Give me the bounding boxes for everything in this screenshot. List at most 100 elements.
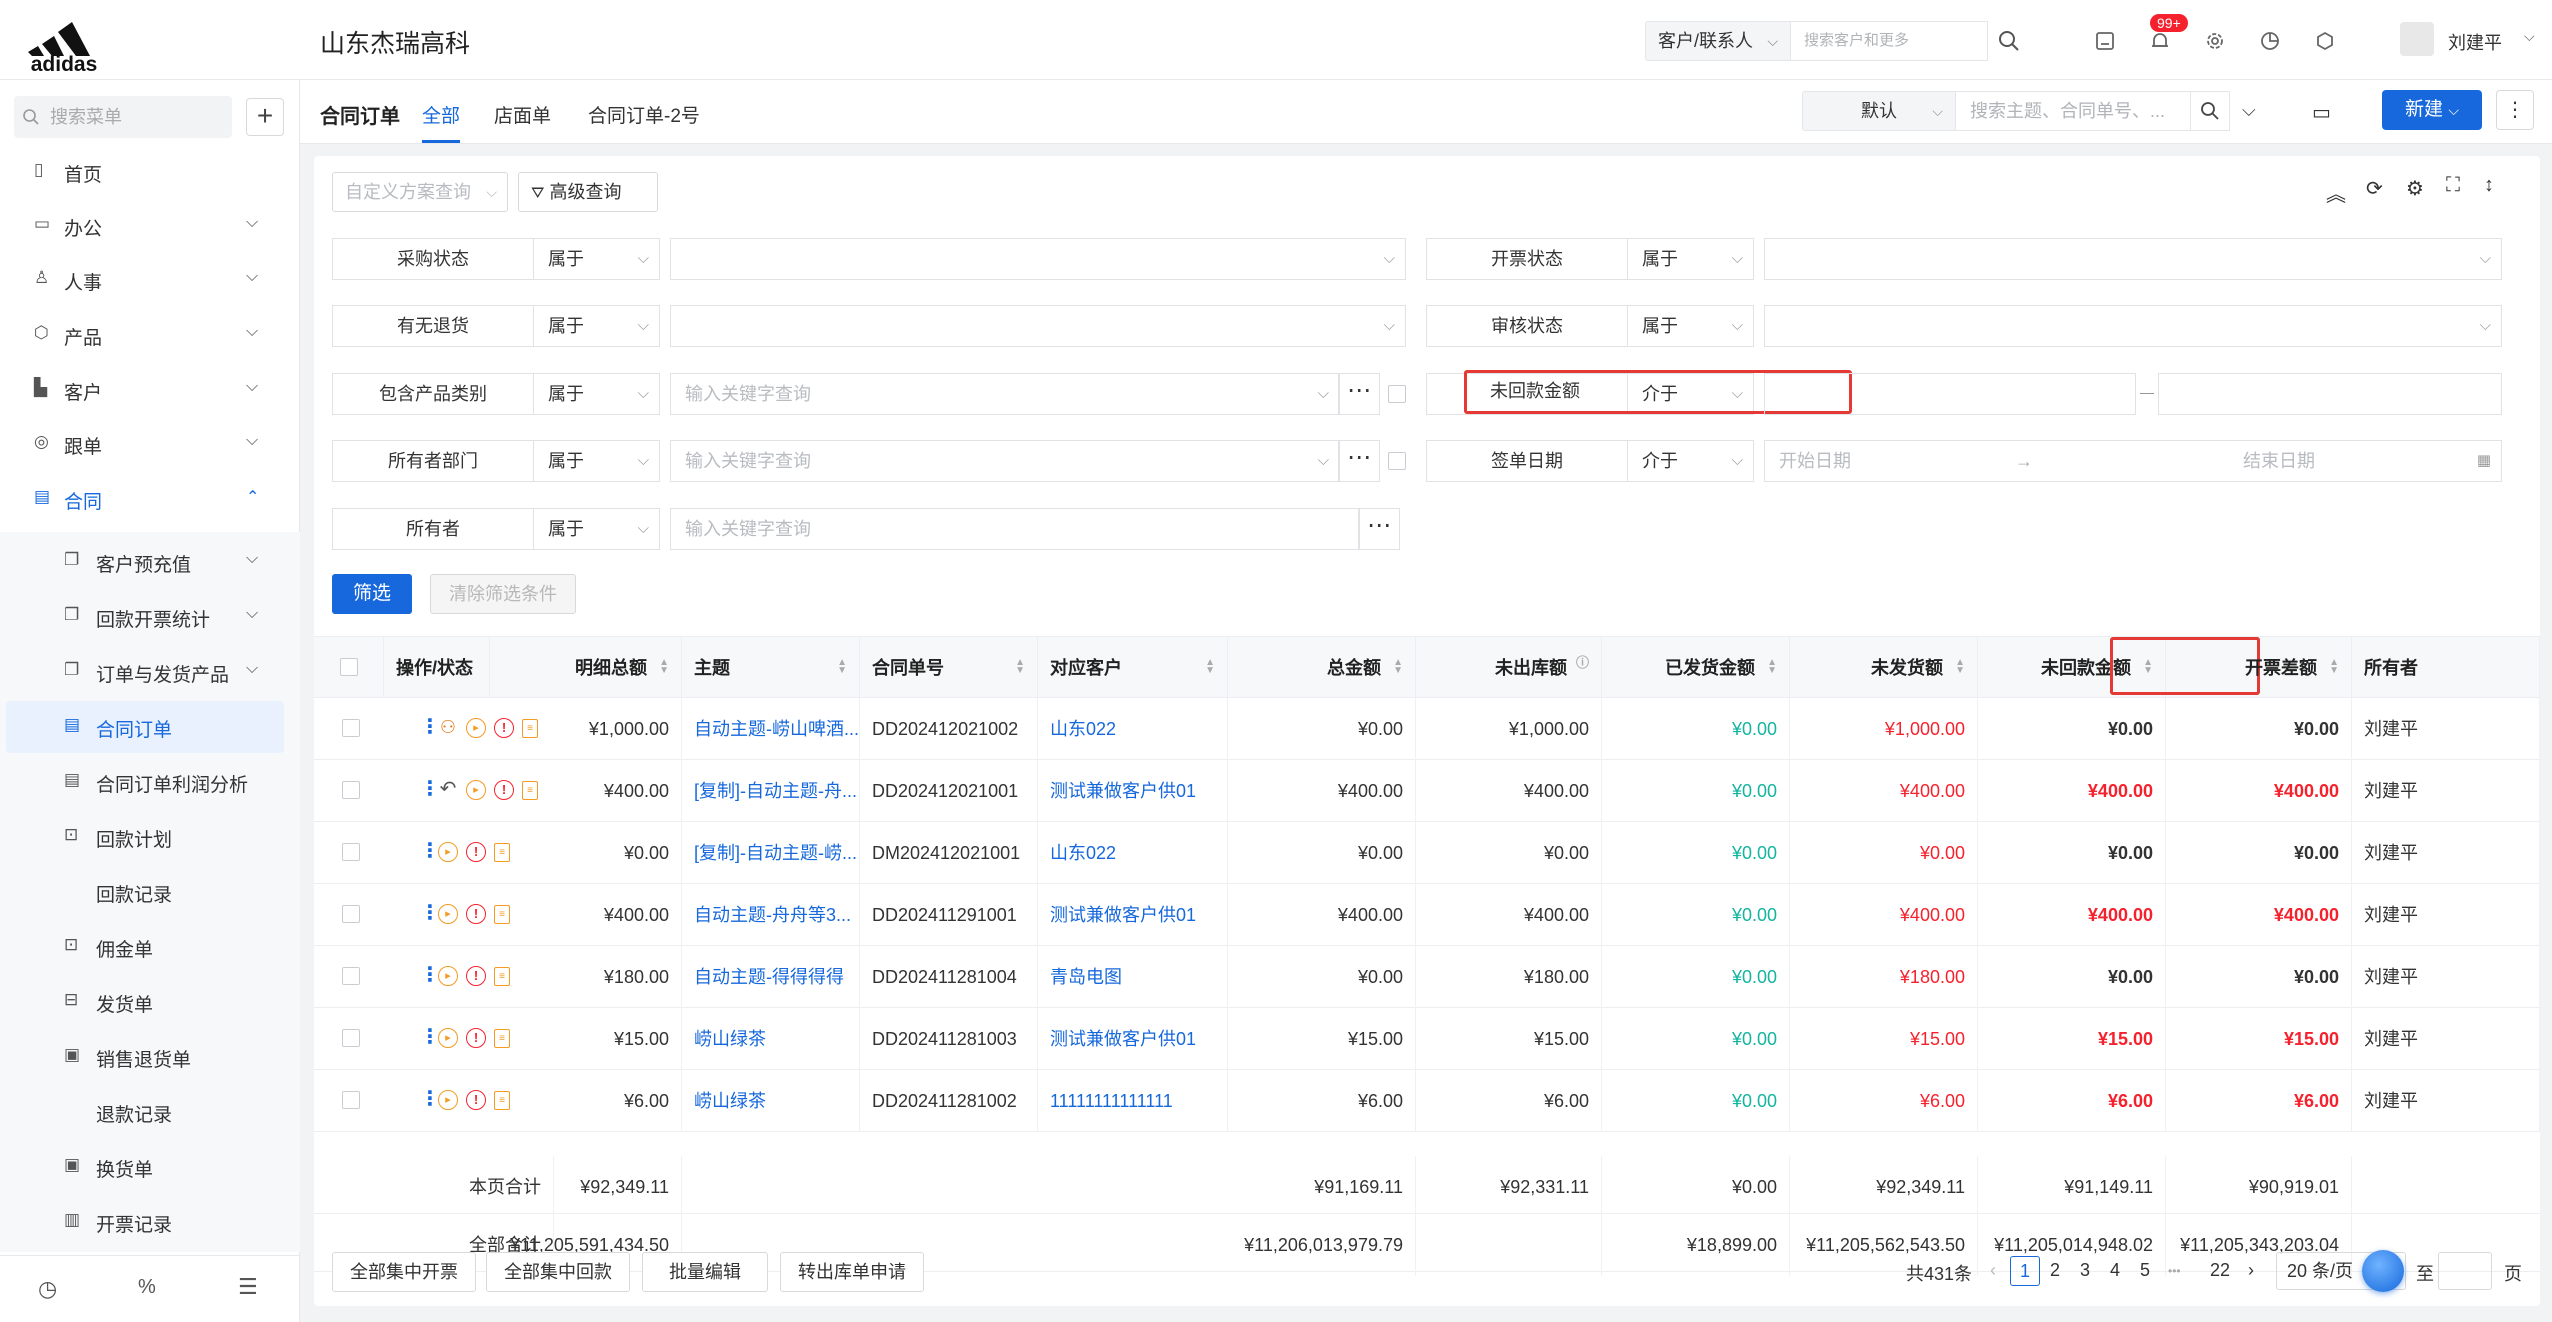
sidebar-item-customer[interactable]: ▙ 客户 ⌵ [0,364,300,416]
product-category-input[interactable]: 输入关键字查询 ⌵ [670,373,1340,415]
pie-chart-icon[interactable] [2253,24,2287,58]
filter-operator-select[interactable]: 属于 ⌵ [534,440,660,482]
cell-subject[interactable]: 自动主题-得得得得 [682,946,860,1008]
page-22[interactable]: 22 [2210,1260,2230,1281]
column-header[interactable]: 总金额 ▲ ▼ [1228,637,1416,699]
sidebar-item-commission[interactable]: ⊡ 佣金单 [0,921,300,973]
page-2[interactable]: 2 [2050,1260,2060,1281]
cell-customer[interactable]: 11111111111111 [1038,1070,1228,1132]
row-checkbox[interactable] [342,967,360,985]
cell-customer[interactable]: 青岛电图 [1038,946,1228,1008]
table-row[interactable]: ⋮ ▸! ≡ ¥0.00 [复制]-自动主题-崂... DM202412021001 山东0… [314,822,2540,884]
select-all-checkbox[interactable] [340,658,358,676]
alert-icon[interactable]: ! [466,966,486,986]
play-icon[interactable]: ▸ [438,966,458,986]
alert-icon[interactable]: ! [466,842,486,862]
sidebar-item-office[interactable]: ▭ 办公 ⌵ [0,200,300,252]
filter-operator-select[interactable]: 属于 ⌵ [534,238,660,280]
page-5[interactable]: 5 [2140,1260,2150,1281]
sidebar-item-profit-analysis[interactable]: ▤ 合同订单利润分析 [0,756,300,808]
chevron-down-icon[interactable]: ⌵ [2524,28,2535,45]
table-row[interactable]: ⋮ ▸! ≡ ¥6.00 崂山绿茶 DD202411281002 1111111111111… [314,1070,2540,1132]
view-select[interactable]: 默认 ⌵ [1802,91,1956,131]
filter-operator-select[interactable]: 属于 ⌵ [534,305,660,347]
fullscreen-icon[interactable]: ⛶ [2446,174,2460,197]
unpaid-amount-max-input[interactable] [2158,373,2502,415]
sidebar-item-hr[interactable]: ♙ 人事 ⌵ [0,254,300,306]
row-checkbox[interactable] [342,719,360,737]
goto-page-input[interactable] [2438,1252,2492,1290]
play-icon[interactable]: ▸ [438,904,458,924]
play-icon[interactable]: ▸ [438,1090,458,1110]
prev-page-icon[interactable]: ‹ [1990,1260,1996,1281]
cell-customer[interactable]: 测试兼做客户供01 [1038,760,1228,822]
cell-customer[interactable]: 测试兼做客户供01 [1038,1008,1228,1070]
column-header[interactable]: 主题 ▲ ▼ [682,637,860,699]
adidas-logo[interactable]: adidas [18,8,110,76]
unpaid-amount-min-input[interactable] [1764,373,2136,415]
settings-icon[interactable]: ⚙ [2406,176,2424,201]
more-actions-icon[interactable]: ⋮ [420,903,440,924]
cube-icon[interactable] [2308,24,2342,58]
page-1[interactable]: 1 [2010,1256,2040,1286]
table-row[interactable]: ⋮ ⚇ ▸! ≡ ¥1,000.00 自动主题-崂山啤酒... DD202412021002… [314,698,2540,760]
sidebar-item-shipping[interactable]: ⊟ 发货单 [0,976,300,1028]
more-actions-icon[interactable]: ⋮ [420,1089,440,1110]
column-header[interactable]: 对应客户 ▲ ▼ [1038,637,1228,699]
filter-operator-select[interactable]: 属于 ⌵ [534,508,660,550]
floating-assistant-button[interactable] [2362,1250,2404,1292]
custom-query-select[interactable]: 自定义方案查询 ⌵ [332,172,508,212]
advanced-query-button[interactable]: ⛛ 高级查询 [518,172,658,212]
tab-store-orders[interactable]: 店面单 [494,101,551,128]
search-icon[interactable] [1992,24,2026,58]
username[interactable]: 刘建平 [2448,29,2502,55]
filter-checkbox[interactable] [1388,452,1406,470]
filter-operator-select[interactable]: 介于 ⌵ [1628,440,1754,482]
more-actions-icon[interactable]: ⋮ [420,717,440,738]
laptop-icon[interactable]: ▭ [2312,100,2331,125]
tab-all[interactable]: 全部 [422,101,460,128]
sign-date-range-picker[interactable]: 开始日期 → 结束日期 ▦ [1764,440,2502,482]
apply-filter-button[interactable]: 筛选 [332,574,412,614]
play-icon[interactable]: ▸ [466,718,486,738]
column-header[interactable]: 未出库额 ⓘ [1416,637,1602,699]
cell-subject[interactable]: [复制]-自动主题-舟... [682,760,860,822]
sidebar-item-payment-records[interactable]: 回款记录 [0,866,300,918]
person-icon[interactable]: ⚇ [438,718,458,738]
play-icon[interactable]: ▸ [438,842,458,862]
more-actions-icon[interactable]: ⋮ [420,779,440,800]
filter-value-select[interactable]: ⌵ [670,238,1406,280]
more-actions-icon[interactable]: ⋮ [420,1027,440,1048]
cell-customer[interactable]: 山东022 [1038,822,1228,884]
play-icon[interactable]: ▸ [466,780,486,800]
row-checkbox[interactable] [342,1029,360,1047]
page-ellipsis[interactable]: ••• [2168,1264,2181,1278]
sidebar-item-product[interactable]: ⬡ 产品 ⌵ [0,309,300,361]
history-icon[interactable]: ◷ [38,1276,57,1302]
contacts-icon[interactable] [2088,24,2122,58]
sidebar-item-invoices[interactable]: ▥ 开票记录 [0,1196,300,1248]
sidebar-item-contract-orders[interactable]: ▤ 合同订单 [6,701,284,753]
column-header[interactable]: 合同单号 ▲ ▼ [860,637,1038,699]
sidebar-item-exchange[interactable]: ▣ 换货单 [0,1141,300,1193]
sidebar-item-order-shipping[interactable]: ❐ 订单与发货产品 ⌵ [0,646,300,698]
row-checkbox[interactable] [342,1091,360,1109]
collapse-up-icon[interactable]: ︽ [2326,178,2346,207]
tab-contract-orders-2[interactable]: 合同订单-2号 [588,101,700,128]
filter-operator-select[interactable]: 属于 ⌵ [1628,238,1754,280]
refresh-icon[interactable]: ⟳ [2366,176,2383,201]
cell-customer[interactable]: 测试兼做客户供01 [1038,884,1228,946]
batch-invoice-button[interactable]: 全部集中开票 [332,1252,476,1292]
filter-value-select[interactable]: ⌵ [1764,305,2502,347]
sidebar-item-prepay[interactable]: ❐ 客户预充值 ⌵ [0,536,300,588]
more-picker-button[interactable]: ⋯ [1338,440,1380,482]
sidebar-item-refund-records[interactable]: 退款记录 [0,1086,300,1138]
column-header[interactable]: 未发货额 ▲ ▼ [1790,637,1978,699]
row-checkbox[interactable] [342,843,360,861]
more-actions-icon[interactable]: ⋮ [420,965,440,986]
row-height-icon[interactable]: ↕ [2484,174,2494,197]
cell-subject[interactable]: 崂山绿茶 [682,1070,860,1132]
table-row[interactable]: ⋮ ▸! ≡ ¥180.00 自动主题-得得得得 DD202411281004 青岛电图 ¥0… [314,946,2540,1008]
cell-subject[interactable]: 自动主题-崂山啤酒... [682,698,860,760]
filter-operator-select[interactable]: 属于 ⌵ [534,373,660,415]
